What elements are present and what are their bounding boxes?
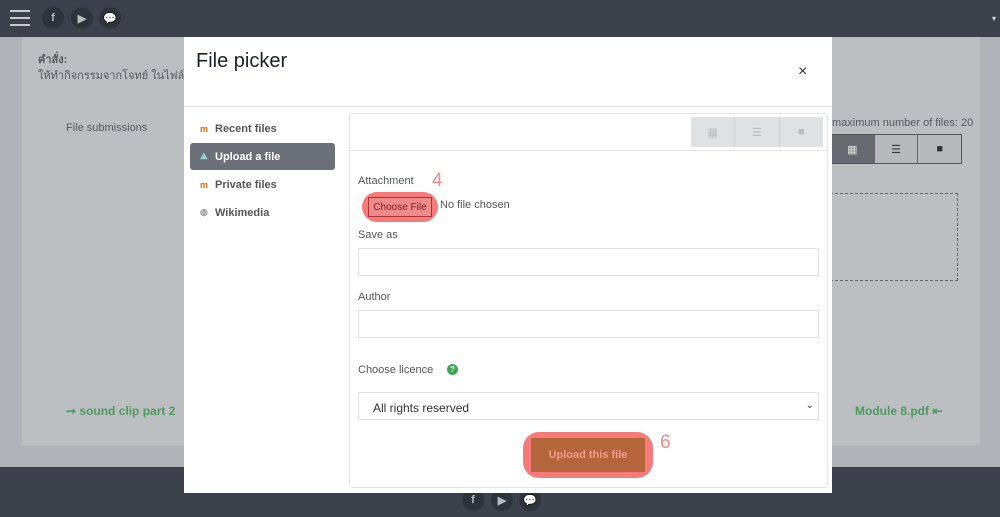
chat-icon[interactable]: 💬 bbox=[99, 7, 121, 29]
facebook-icon[interactable]: f bbox=[42, 7, 64, 29]
licence-label: Choose licence bbox=[358, 364, 434, 376]
moodle-icon: m bbox=[200, 179, 209, 190]
step-6-annotation: 6 bbox=[660, 432, 671, 453]
grid-view-icon[interactable]: ▦ bbox=[831, 135, 874, 163]
sidebar-item-label: Recent files bbox=[215, 122, 277, 135]
save-as-label: Save as bbox=[358, 229, 398, 241]
menu-icon[interactable] bbox=[10, 10, 30, 26]
max-files-text: maximum number of files: 20 bbox=[832, 117, 974, 129]
author-label: Author bbox=[358, 291, 391, 303]
instructions-text: ให้ทำกิจกรรมจากโจทย์ ในไฟล์ และ bbox=[38, 70, 208, 82]
grid-view-icon[interactable]: ▦ bbox=[691, 117, 734, 147]
repository-sidebar: m Recent files ⛰ Upload a file m Private fi… bbox=[190, 115, 335, 227]
file-submissions-label: File submissions bbox=[66, 122, 148, 134]
upload-this-file-button[interactable]: Upload this file bbox=[531, 438, 645, 472]
panel-toolbar: ▦ ☰ ■ bbox=[350, 114, 827, 151]
close-icon[interactable]: × bbox=[798, 63, 807, 81]
divider bbox=[184, 106, 832, 107]
sidebar-item-label: Upload a file bbox=[215, 150, 281, 163]
upload-panel: ▦ ☰ ■ Attachment 4 Choose File No file c… bbox=[349, 113, 828, 488]
user-menu-caret-icon[interactable]: ▾ bbox=[992, 14, 996, 23]
filemanager-view-buttons: ▦ ☰ ■ bbox=[830, 134, 962, 164]
upload-highlight: Upload this file bbox=[523, 432, 653, 478]
wikipedia-icon: ◍ bbox=[200, 207, 208, 217]
file-picker-dialog: File picker × m Recent files ⛰ Upload a fi… bbox=[184, 37, 832, 493]
sidebar-item-upload-a-file[interactable]: ⛰ Upload a file bbox=[190, 143, 335, 170]
top-navbar: f ▶ 💬 ▾ bbox=[0, 0, 1000, 37]
help-icon[interactable]: ? bbox=[447, 364, 458, 375]
choose-file-button[interactable]: Choose File bbox=[368, 197, 432, 217]
chevron-down-icon: ⌄ bbox=[805, 400, 814, 411]
folder-view-icon[interactable]: ■ bbox=[778, 117, 823, 147]
attachment-label: Attachment bbox=[358, 175, 414, 187]
save-as-input[interactable] bbox=[358, 248, 819, 276]
author-input[interactable] bbox=[358, 310, 819, 338]
no-file-chosen-text: No file chosen bbox=[440, 199, 510, 211]
step-4-annotation: 4 bbox=[432, 170, 443, 191]
sidebar-item-recent-files[interactable]: m Recent files bbox=[190, 115, 335, 142]
upload-icon: ⛰ bbox=[200, 151, 208, 161]
licence-value: All rights reserved bbox=[373, 401, 470, 415]
dialog-title: File picker bbox=[196, 50, 288, 72]
sidebar-item-wikimedia[interactable]: ◍ Wikimedia bbox=[190, 199, 335, 226]
licence-select[interactable]: All rights reserved ⌄ bbox=[358, 392, 819, 420]
choose-file-highlight: Choose File bbox=[362, 192, 438, 222]
list-view-icon[interactable]: ☰ bbox=[873, 135, 918, 163]
sidebar-item-label: Private files bbox=[215, 178, 277, 191]
prev-activity-link[interactable]: ➞ sound clip part 2 bbox=[66, 404, 175, 418]
next-activity-link[interactable]: Module 8.pdf ⇤ bbox=[855, 404, 942, 418]
sidebar-item-label: Wikimedia bbox=[215, 206, 270, 219]
youtube-icon[interactable]: ▶ bbox=[71, 7, 93, 29]
file-dropzone[interactable] bbox=[830, 193, 958, 281]
list-view-icon[interactable]: ☰ bbox=[734, 117, 778, 147]
folder-view-icon[interactable]: ■ bbox=[917, 135, 962, 163]
sidebar-item-private-files[interactable]: m Private files bbox=[190, 171, 335, 198]
moodle-icon: m bbox=[200, 123, 209, 134]
